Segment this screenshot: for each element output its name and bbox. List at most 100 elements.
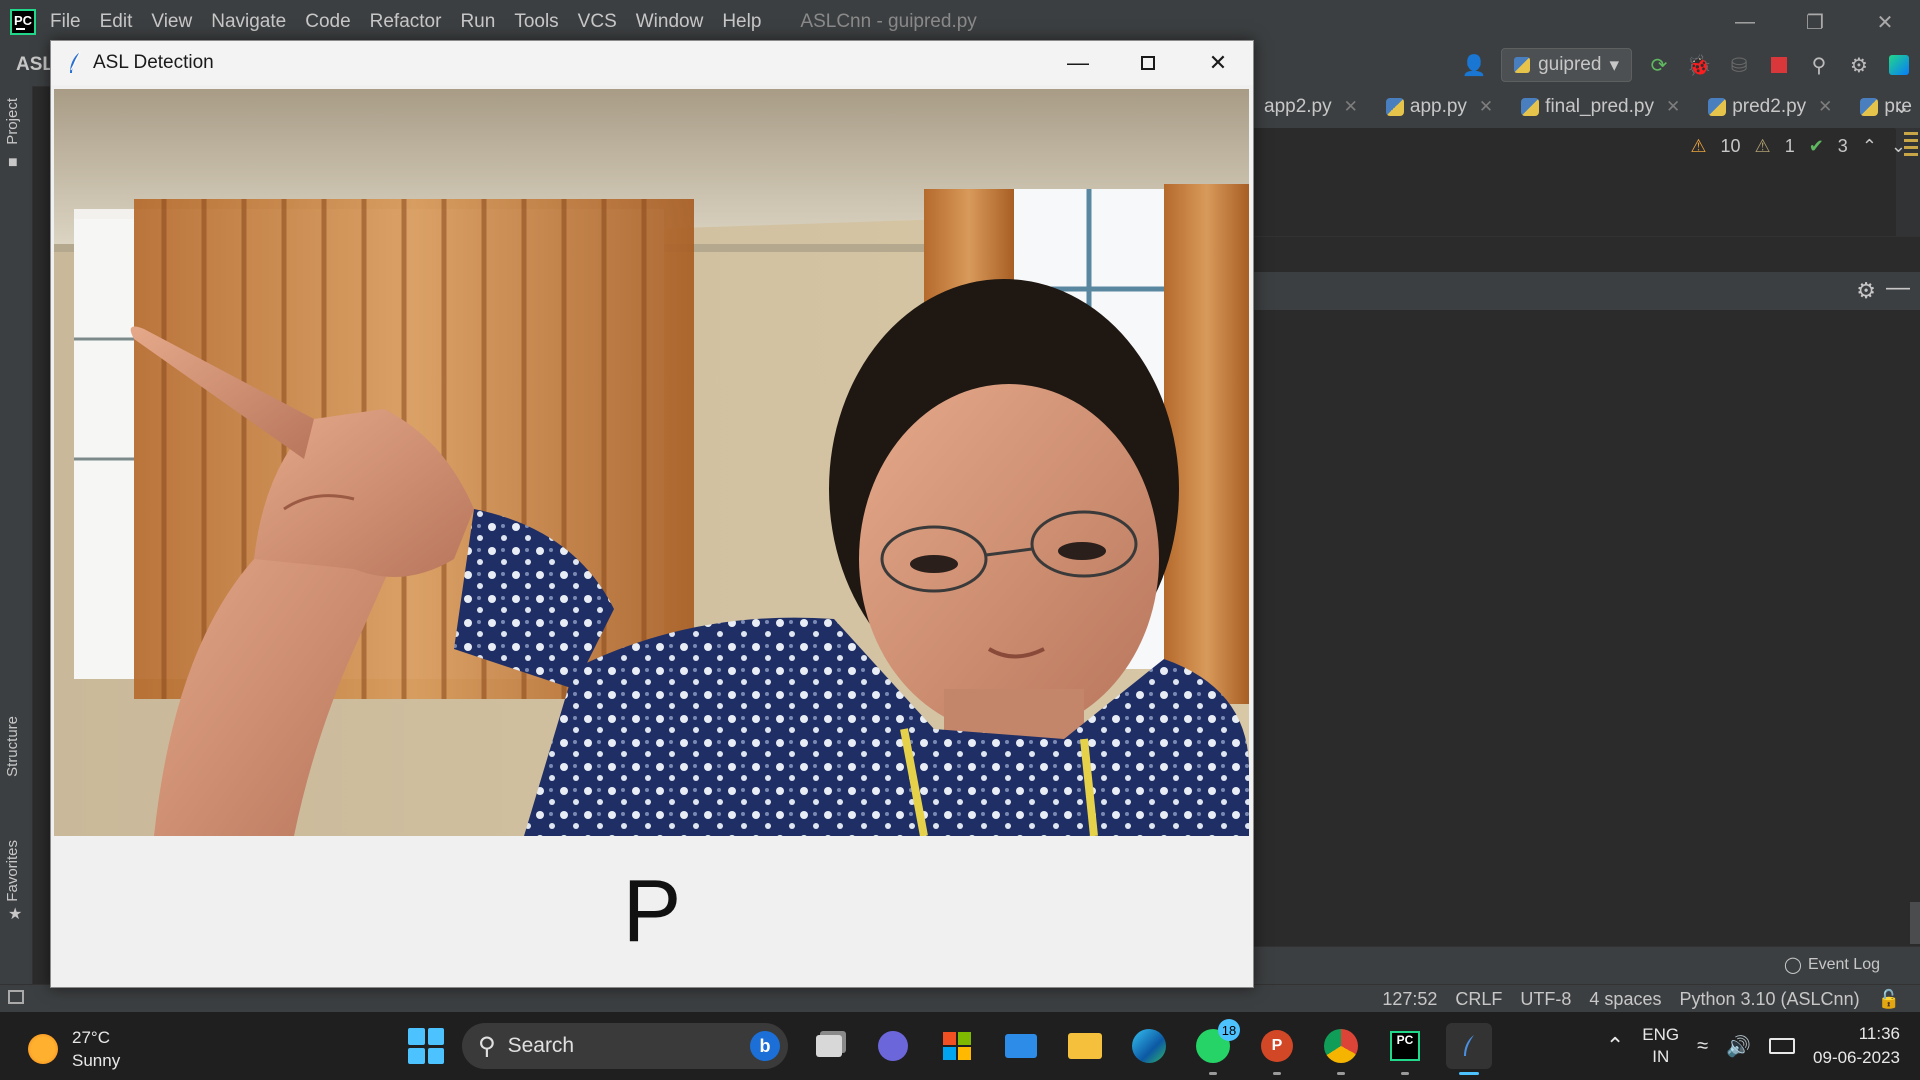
weather-widget[interactable]: 27°C Sunny (28, 1026, 120, 1072)
windows-start-icon[interactable] (408, 1028, 444, 1064)
stop-icon[interactable] (1766, 52, 1792, 78)
event-log-label: Event Log (1807, 956, 1880, 973)
ide-restore-icon[interactable]: ❐ (1780, 0, 1850, 44)
tool-windows-icon[interactable] (8, 990, 24, 1004)
python-tk-app-icon[interactable] (1446, 1023, 1492, 1075)
powerpoint-icon[interactable]: P (1254, 1023, 1300, 1075)
menu-vcs[interactable]: VCS (578, 11, 617, 33)
maximize-icon[interactable] (1113, 41, 1183, 85)
asl-window-titlebar[interactable]: ASL Detection — ✕ (51, 41, 1253, 85)
windows-taskbar: 27°C Sunny ⚲ Search b 18 P PC ⌃ ENG IN ≈… (0, 1012, 1920, 1080)
bing-icon[interactable]: b (750, 1031, 780, 1061)
tab-app2[interactable]: app2.py ✕ (1250, 96, 1372, 118)
asl-window-title: ASL Detection (93, 52, 214, 73)
project-breadcrumb[interactable]: ASL (16, 54, 54, 76)
tab-label: final_pred.py (1545, 96, 1654, 117)
battery-icon[interactable] (1769, 1038, 1796, 1054)
volume-icon[interactable]: 🔊 (1726, 1034, 1751, 1059)
run-config-select[interactable]: guipred ▾ (1501, 48, 1632, 82)
hide-panel-icon[interactable]: — (1886, 274, 1910, 302)
favorites-tool-tab[interactable]: Favorites (4, 840, 21, 902)
teams-chat-icon[interactable] (870, 1023, 916, 1069)
menu-refactor[interactable]: Refactor (370, 11, 442, 33)
mail-icon[interactable] (998, 1023, 1044, 1069)
menu-help[interactable]: Help (722, 11, 761, 33)
gear-icon[interactable]: ⚙ (1846, 52, 1872, 78)
close-icon[interactable]: ✕ (1818, 97, 1832, 117)
lang-top: ENG (1642, 1025, 1680, 1044)
close-icon[interactable]: ✕ (1344, 97, 1358, 117)
chevron-down-icon: ▾ (1609, 54, 1619, 76)
asl-detection-window: ASL Detection — ✕ P (50, 40, 1254, 988)
menu-run[interactable]: Run (460, 11, 495, 33)
menu-code[interactable]: Code (305, 11, 350, 33)
whatsapp-badge: 18 (1218, 1019, 1240, 1041)
tab-pred2[interactable]: pred2.py ✕ (1694, 96, 1846, 118)
task-view-icon[interactable] (806, 1023, 852, 1069)
close-icon[interactable]: ✕ (1183, 41, 1253, 85)
python-interpreter[interactable]: Python 3.10 (ASLCnn) (1679, 989, 1859, 1010)
python-file-icon (1521, 98, 1540, 116)
user-icon[interactable]: 👤 (1461, 52, 1487, 78)
weather-desc: Sunny (72, 1051, 121, 1070)
python-file-icon (1860, 98, 1879, 116)
run-console[interactable] (1250, 310, 1920, 946)
menu-navigate[interactable]: Navigate (211, 11, 286, 33)
debug-icon[interactable]: 🐞 (1686, 52, 1712, 78)
clock-date: 09-06-2023 (1813, 1048, 1900, 1067)
menu-edit[interactable]: Edit (100, 11, 133, 33)
project-tool-tab[interactable]: Project (4, 98, 21, 145)
microsoft-store-icon[interactable] (934, 1023, 980, 1069)
search-icon[interactable]: ⚲ (1806, 52, 1832, 78)
lang-bottom: IN (1652, 1047, 1670, 1066)
editor-tabs: app2.py ✕ app.py ✕ final_pred.py ✕ pred2.py… (1250, 86, 1920, 129)
input-language[interactable]: ENG IN (1642, 1024, 1679, 1068)
ide-minimize-icon[interactable]: — (1710, 0, 1780, 44)
tab-final-pred[interactable]: final_pred.py ✕ (1507, 96, 1694, 118)
tab-app[interactable]: app.py ✕ (1372, 96, 1507, 118)
python-icon (1514, 57, 1531, 73)
close-icon[interactable]: ✕ (1479, 97, 1493, 117)
chevron-up-icon[interactable]: ⌃ (1606, 1033, 1624, 1059)
edge-icon[interactable] (1126, 1023, 1172, 1069)
system-clock[interactable]: 11:36 09-06-2023 (1813, 1022, 1900, 1070)
event-log-button[interactable]: ◯ Event Log (1784, 955, 1880, 975)
whatsapp-icon[interactable]: 18 (1190, 1019, 1240, 1075)
chevron-down-icon[interactable]: ⌄ (1893, 94, 1910, 119)
structure-tool-tab[interactable]: Structure (4, 716, 21, 777)
lock-icon[interactable]: 🔓 (1878, 989, 1900, 1010)
chevron-down-icon[interactable]: ⌄ (1891, 136, 1906, 157)
coverage-icon[interactable]: ⛁ (1726, 52, 1752, 78)
feather-icon (1464, 1035, 1474, 1056)
console-scrollbar[interactable] (1910, 902, 1920, 944)
sun-icon (28, 1034, 58, 1064)
line-separator[interactable]: CRLF (1455, 989, 1502, 1010)
chrome-icon[interactable] (1318, 1023, 1364, 1075)
file-encoding[interactable]: UTF-8 (1520, 989, 1571, 1010)
minimize-icon[interactable]: — (1043, 41, 1113, 85)
gear-icon[interactable]: ⚙ (1856, 278, 1876, 304)
search-placeholder: Search (507, 1034, 575, 1057)
menu-tools[interactable]: Tools (514, 11, 558, 33)
close-icon[interactable]: ✕ (1666, 97, 1680, 117)
caret-position[interactable]: 127:52 (1382, 989, 1437, 1010)
menu-window[interactable]: Window (636, 11, 704, 33)
inspections-widget[interactable]: ⚠ 10 ⚠ 1 ✔ 3 ⌃ ⌄ (1690, 136, 1906, 157)
menu-file[interactable]: File (50, 11, 81, 33)
ide-close-icon[interactable]: ✕ (1850, 0, 1920, 44)
menu-view[interactable]: View (151, 11, 192, 33)
chevron-up-icon[interactable]: ⌃ (1862, 136, 1877, 157)
pycharm-icon[interactable]: PC (1382, 1023, 1428, 1075)
taskbar-search[interactable]: ⚲ Search b (462, 1023, 788, 1069)
event-log-bar: ◯ Event Log (1250, 946, 1920, 985)
search-icon: ⚲ (478, 1032, 496, 1060)
file-explorer-icon[interactable] (1062, 1023, 1108, 1069)
ide-menubar: PC File Edit View Navigate Code Refactor… (0, 0, 1920, 44)
run-config-label: guipred (1538, 54, 1602, 75)
ide-statusbar: 127:52 CRLF UTF-8 4 spaces Python 3.10 (… (0, 984, 1920, 1013)
indent-setting[interactable]: 4 spaces (1589, 989, 1661, 1010)
wifi-icon[interactable]: ≈ (1697, 1035, 1708, 1058)
rerun-icon[interactable]: ⟳ (1646, 52, 1672, 78)
warning-count: 10 (1720, 136, 1741, 156)
jetbrains-logo-icon[interactable] (1886, 52, 1912, 78)
